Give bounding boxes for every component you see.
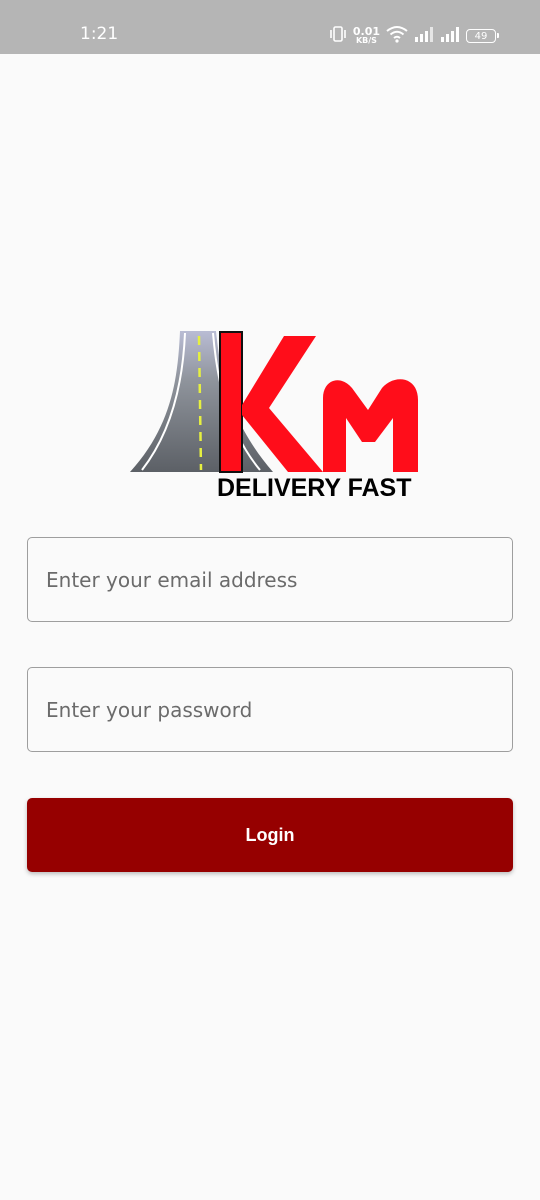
status-icons: 0.01 KB/S 49 [329, 25, 499, 48]
signal-icon [414, 26, 434, 47]
password-input[interactable] [27, 667, 513, 752]
battery-level: 49 [474, 30, 488, 42]
network-speed-value: 0.01 [352, 25, 380, 38]
vibrate-icon [329, 25, 347, 48]
network-speed: 0.01 KB/S [352, 25, 380, 45]
signal-icon [440, 26, 460, 47]
status-time: 1:21 [80, 24, 119, 44]
logo-tagline: DELIVERY FAST [217, 474, 412, 502]
wifi-icon [386, 25, 408, 48]
login-button[interactable]: Login [27, 798, 513, 872]
battery-icon: 49 [466, 29, 499, 43]
status-bar: 1:21 0.01 KB/S 49 [0, 0, 540, 54]
network-speed-unit: KB/S [355, 36, 377, 45]
email-input[interactable] [27, 537, 513, 622]
